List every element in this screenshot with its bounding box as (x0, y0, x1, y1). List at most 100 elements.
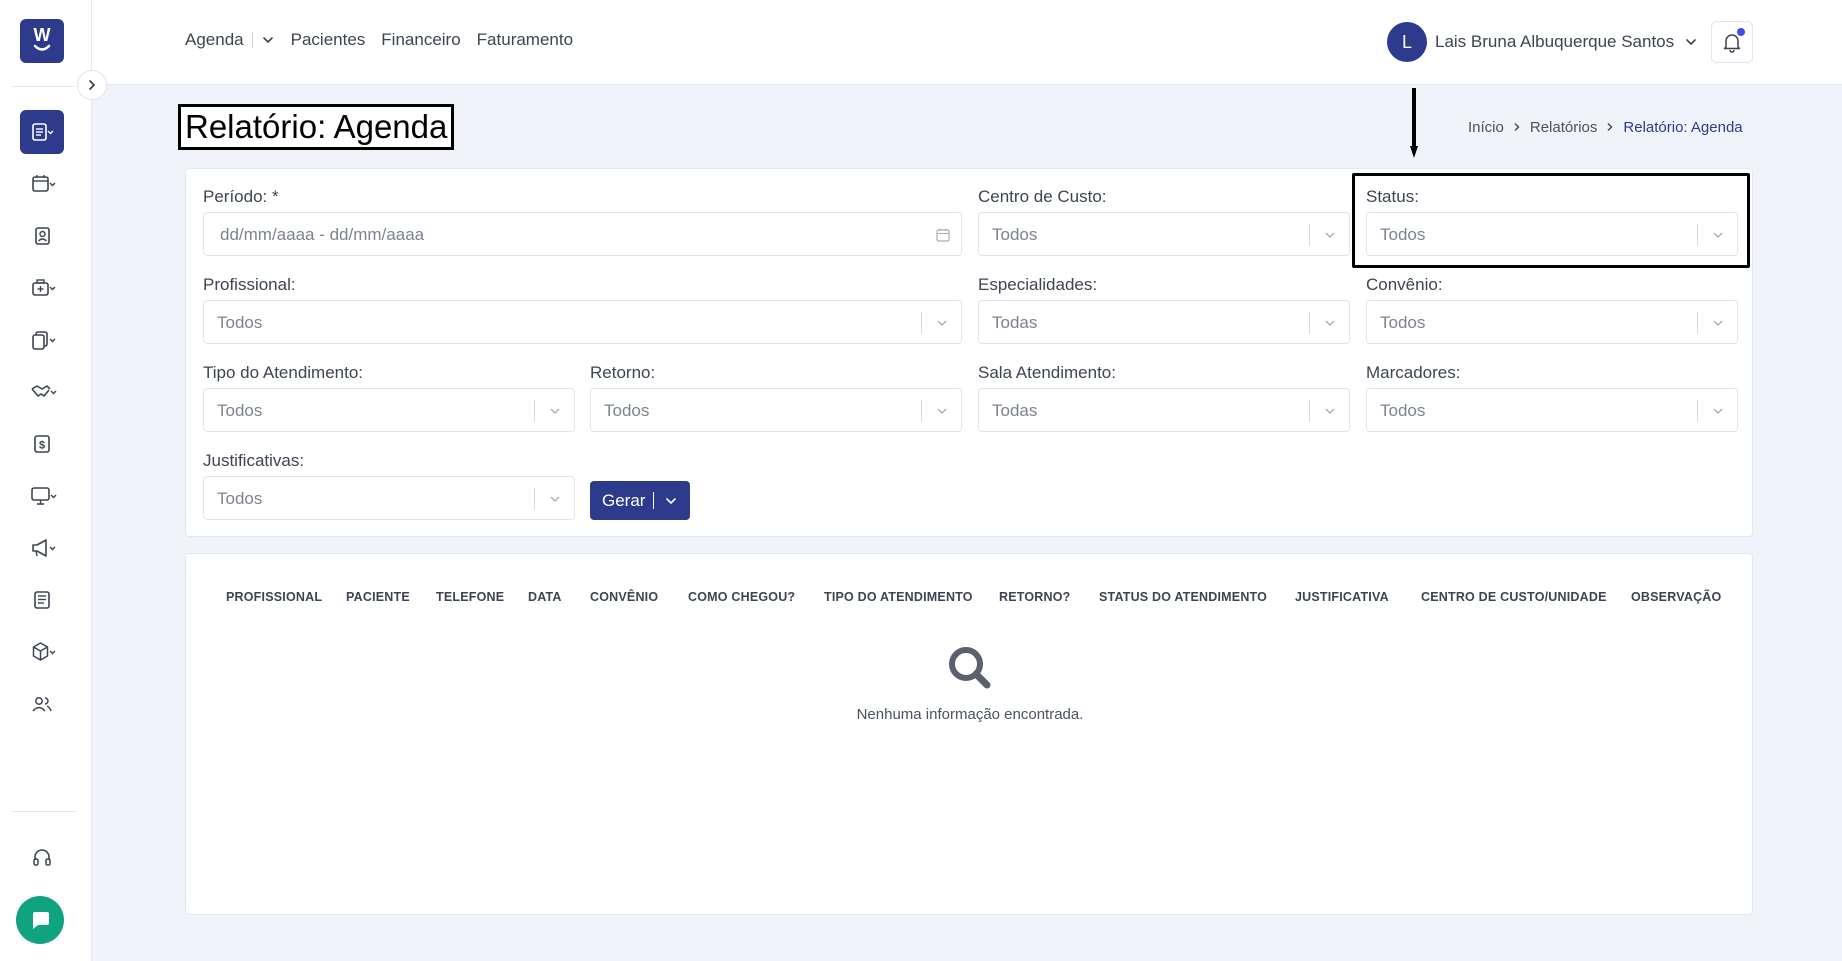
column-header[interactable]: CONVÊNIO (590, 590, 658, 604)
sidebar-item-documents[interactable] (20, 318, 64, 362)
chevron-down-icon[interactable] (261, 33, 275, 47)
column-header[interactable]: DATA (528, 590, 562, 604)
top-bar: Agenda Pacientes Financeiro Faturamento … (92, 0, 1842, 85)
breadcrumb-home[interactable]: Início (1468, 119, 1504, 136)
newspaper-icon (34, 591, 50, 609)
column-header[interactable]: TELEFONE (436, 590, 504, 604)
users-icon (32, 697, 52, 712)
chevron-down-icon (550, 496, 560, 502)
select-divider (921, 400, 922, 422)
monitor-icon (31, 487, 57, 505)
profissional-value: Todos (217, 313, 263, 332)
page-title: Relatório: Agenda (178, 104, 455, 150)
notifications-button[interactable] (1711, 21, 1753, 63)
column-header[interactable]: CENTRO DE CUSTO/UNIDADE (1421, 590, 1607, 604)
column-header[interactable]: RETORNO? (999, 590, 1071, 604)
sidebar-collapse-button[interactable] (77, 70, 107, 100)
chevron-down-icon[interactable] (664, 494, 678, 508)
dollar-icon: $ (34, 435, 50, 453)
breadcrumb: Início Relatórios Relatório: Agenda (1460, 111, 1751, 143)
nav-faturamento[interactable]: Faturamento (477, 30, 573, 50)
select-divider (1697, 312, 1698, 334)
documents-icon (32, 331, 56, 350)
results-table: PROFISSIONAL PACIENTE TELEFONE DATA CONV… (185, 553, 1753, 915)
calendar-icon (32, 175, 56, 192)
sidebar-item-users[interactable] (20, 682, 64, 726)
column-header[interactable]: OBSERVAÇÃO (1631, 590, 1721, 604)
svg-text:$: $ (39, 440, 45, 452)
sidebar-item-support[interactable] (20, 836, 64, 880)
centro-custo-label: Centro de Custo: (978, 187, 1107, 206)
breadcrumb-current: Relatório: Agenda (1623, 118, 1743, 136)
tipo-atendimento-label: Tipo do Atendimento: (203, 363, 364, 382)
box-icon (32, 642, 56, 661)
chat-button[interactable] (16, 896, 64, 944)
column-header[interactable]: COMO CHEGOU? (688, 590, 795, 604)
sidebar-item-contacts[interactable] (20, 214, 64, 258)
select-divider (921, 312, 922, 334)
chevron-down-icon (1713, 232, 1723, 238)
sidebar-item-medical[interactable] (20, 266, 64, 310)
user-menu[interactable]: L Lais Bruna Albuquerque Santos (1387, 22, 1698, 62)
marcadores-value: Todos (1380, 401, 1426, 420)
periodo-date-range-input[interactable]: dd/mm/aaaa - dd/mm/aaaa (203, 212, 962, 256)
megaphone-icon (32, 539, 56, 557)
tipo-atendimento-value: Todos (217, 401, 263, 420)
chevron-down-icon (1686, 39, 1696, 46)
user-name: Lais Bruna Albuquerque Santos (1435, 32, 1675, 51)
medical-bag-icon (32, 279, 56, 296)
chevron-down-icon (937, 320, 947, 326)
select-divider (534, 400, 535, 422)
periodo-label: Período: * (203, 187, 279, 206)
status-label: Status: (1366, 187, 1419, 206)
filter-panel: Período: * dd/mm/aaaa - dd/mm/aaaa Centr… (185, 168, 1753, 537)
chevron-right-icon (89, 80, 96, 90)
especialidades-select[interactable]: Todas (978, 300, 1350, 344)
sidebar-item-financial[interactable]: $ (20, 422, 64, 466)
breadcrumb-reports[interactable]: Relatórios (1530, 119, 1598, 136)
sidebar-item-marketing[interactable] (20, 526, 64, 570)
sidebar-item-news[interactable] (20, 578, 64, 622)
nav-financeiro[interactable]: Financeiro (381, 30, 460, 50)
nav-agenda[interactable]: Agenda (185, 30, 244, 50)
convenio-select[interactable]: Todos (1366, 300, 1738, 344)
retorno-select[interactable]: Todos (590, 388, 962, 432)
centro-custo-value: Todos (992, 225, 1038, 244)
sala-atendimento-select[interactable]: Todas (978, 388, 1350, 432)
centro-custo-select[interactable]: Todos (978, 212, 1350, 256)
chevron-down-icon (550, 408, 560, 414)
column-header[interactable]: PACIENTE (346, 590, 410, 604)
gerar-button[interactable]: Gerar (590, 481, 690, 520)
justificativas-select[interactable]: Todos (203, 476, 575, 520)
nav-separator (251, 32, 253, 48)
tipo-atendimento-select[interactable]: Todos (203, 388, 575, 432)
marcadores-select[interactable]: Todos (1366, 388, 1738, 432)
app-logo[interactable]: W (20, 19, 64, 63)
sidebar-item-inventory[interactable] (20, 630, 64, 674)
column-header[interactable]: TIPO DO ATENDIMENTO (824, 590, 973, 604)
contact-card-icon (35, 227, 50, 245)
sala-atendimento-value: Todas (992, 401, 1038, 420)
profissional-select[interactable]: Todos (203, 300, 962, 344)
avatar: L (1387, 22, 1427, 62)
column-header[interactable]: STATUS DO ATENDIMENTO (1099, 590, 1267, 604)
sidebar-item-display[interactable] (20, 474, 64, 518)
especialidades-value: Todas (992, 313, 1038, 332)
svg-text:W: W (34, 26, 51, 45)
sidebar-item-calendar[interactable] (20, 162, 64, 206)
retorno-value: Todos (604, 401, 650, 420)
convenio-value: Todos (1380, 313, 1426, 332)
chevron-down-icon (1713, 320, 1723, 326)
logo-icon: W (34, 26, 51, 51)
column-header[interactable]: JUSTIFICATIVA (1295, 590, 1389, 604)
sidebar-item-partners[interactable] (20, 370, 64, 414)
status-select[interactable]: Todos (1366, 212, 1738, 256)
select-divider (534, 488, 535, 510)
headset-icon (33, 849, 51, 866)
column-header[interactable]: PROFISSIONAL (226, 590, 322, 604)
nav-pacientes[interactable]: Pacientes (291, 30, 366, 50)
marcadores-label: Marcadores: (1366, 363, 1461, 382)
sidebar-divider (12, 86, 75, 87)
chevron-down-icon (1713, 408, 1723, 414)
sidebar-item-reports[interactable] (20, 110, 64, 154)
